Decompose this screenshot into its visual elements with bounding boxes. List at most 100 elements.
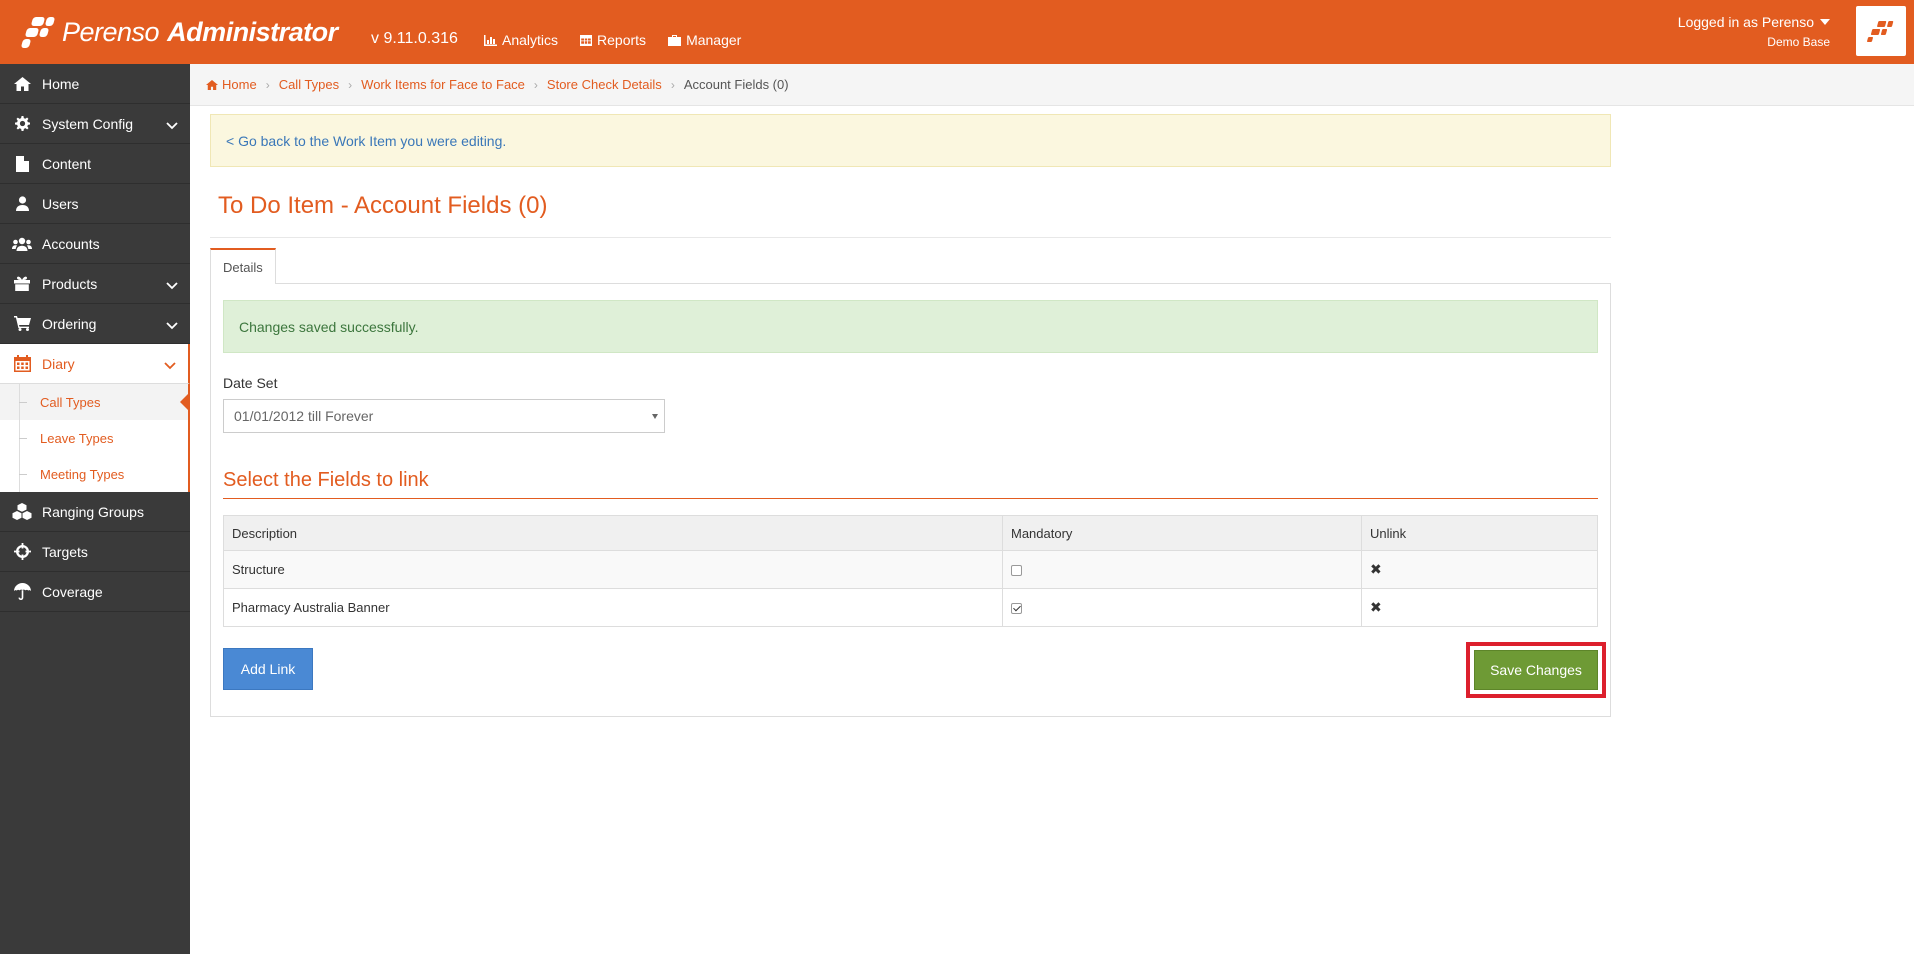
table-row: Structure ✖ — [223, 550, 1598, 589]
add-link-button[interactable]: Add Link — [223, 648, 313, 690]
table-icon — [580, 34, 593, 46]
active-pointer-icon — [180, 392, 190, 412]
nav-analytics[interactable]: Analytics — [484, 32, 558, 48]
cart-icon — [13, 316, 31, 331]
tab-bar: Details — [210, 248, 1611, 284]
sidebar-item-diary[interactable]: Diary — [0, 344, 190, 384]
sidebar-item-ranging-groups[interactable]: Ranging Groups — [0, 492, 190, 532]
sidebar-item-accounts[interactable]: Accounts — [0, 224, 190, 264]
nav-manager-label: Manager — [686, 32, 742, 48]
date-set-label: Date Set — [223, 375, 278, 391]
chevron-down-icon — [166, 122, 178, 130]
sidebar-subitem-label: Meeting Types — [40, 466, 125, 482]
sidebar-item-targets[interactable]: Targets — [0, 532, 190, 572]
row-description: Structure — [223, 550, 1003, 589]
avatar[interactable] — [1856, 6, 1906, 56]
base-label: Demo Base — [1767, 35, 1830, 49]
sidebar: Home System Config Content Users Account… — [0, 64, 190, 954]
breadcrumb-separator-icon: › — [533, 77, 538, 92]
sidebar-item-label: Coverage — [42, 583, 103, 600]
unlink-x-icon[interactable]: ✖ — [1370, 561, 1382, 578]
user-menu[interactable]: Logged in as Perenso Demo Base — [1678, 14, 1830, 49]
table-row: Pharmacy Australia Banner ✖ — [223, 588, 1598, 627]
sidebar-item-label: Products — [42, 275, 98, 292]
row-description: Pharmacy Australia Banner — [223, 588, 1003, 627]
row-unlink-cell: ✖ — [1361, 550, 1598, 589]
top-nav: Analytics Reports Manager — [484, 32, 741, 48]
sidebar-item-content[interactable]: Content — [0, 144, 190, 184]
perenso-logo-icon — [20, 15, 58, 49]
chevron-down-icon — [166, 322, 178, 330]
briefcase-icon — [668, 34, 682, 46]
sidebar-item-home[interactable]: Home — [0, 64, 190, 104]
file-icon — [15, 155, 29, 172]
sidebar-item-users[interactable]: Users — [0, 184, 190, 224]
column-header-mandatory: Mandatory — [1002, 515, 1362, 551]
sidebar-subitem-label: Leave Types — [40, 430, 114, 446]
page-title: To Do Item - Account Fields (0) — [210, 192, 1611, 238]
breadcrumb-call-types[interactable]: Call Types — [279, 77, 339, 92]
nav-reports[interactable]: Reports — [580, 32, 646, 48]
gear-icon — [14, 116, 30, 131]
section-title: Select the Fields to link — [223, 469, 1598, 499]
column-header-unlink: Unlink — [1361, 515, 1598, 551]
breadcrumb-separator-icon: › — [265, 77, 270, 92]
dropdown-arrow-icon — [652, 414, 658, 419]
sidebar-subitem-meeting-types[interactable]: Meeting Types — [0, 456, 188, 492]
sidebar-item-label: Accounts — [42, 235, 100, 252]
nav-manager[interactable]: Manager — [668, 32, 741, 48]
row-mandatory-cell — [1002, 550, 1362, 589]
users-icon — [12, 237, 32, 251]
unlink-x-icon[interactable]: ✖ — [1370, 599, 1382, 616]
mandatory-checkbox[interactable] — [1011, 603, 1022, 615]
date-set-select[interactable]: 01/01/2012 till Forever — [223, 399, 665, 433]
sidebar-subitem-call-types[interactable]: Call Types — [0, 384, 190, 420]
success-alert: Changes saved successfully. — [223, 300, 1598, 353]
breadcrumb-separator-icon: › — [670, 77, 675, 92]
logged-in-label: Logged in as Perenso — [1677, 14, 1814, 30]
chevron-down-icon — [164, 362, 176, 370]
breadcrumb-separator-icon: › — [348, 77, 353, 92]
main-content: < Go back to the Work Item you were edit… — [210, 114, 1611, 717]
perenso-mark-icon — [1867, 21, 1894, 42]
breadcrumb: Home › Call Types › Work Items for Face … — [190, 64, 1914, 106]
breadcrumb-work-items[interactable]: Work Items for Face to Face — [361, 77, 525, 92]
calendar-icon — [13, 355, 31, 372]
crosshairs-icon — [13, 543, 31, 560]
sidebar-item-coverage[interactable]: Coverage — [0, 572, 190, 612]
nav-reports-label: Reports — [597, 32, 647, 48]
breadcrumb-store-check-details[interactable]: Store Check Details — [547, 77, 662, 92]
sidebar-item-label: Ordering — [42, 315, 97, 332]
gift-icon — [14, 276, 30, 291]
sidebar-item-products[interactable]: Products — [0, 264, 190, 304]
logo-text-perenso: Perenso — [62, 16, 160, 47]
sidebar-item-system-config[interactable]: System Config — [0, 104, 190, 144]
save-highlight-box: Save Changes — [1466, 642, 1606, 698]
sidebar-item-ordering[interactable]: Ordering — [0, 304, 190, 344]
sidebar-item-label: Diary — [42, 355, 75, 372]
chevron-down-icon — [166, 282, 178, 290]
breadcrumb-label: Home — [222, 77, 257, 92]
save-changes-button[interactable]: Save Changes — [1474, 650, 1598, 690]
sidebar-item-label: System Config — [42, 115, 134, 132]
sidebar-item-label: Home — [42, 75, 80, 92]
mandatory-checkbox[interactable] — [1011, 565, 1022, 577]
sidebar-item-label: Content — [42, 155, 92, 172]
tab-details[interactable]: Details — [210, 248, 276, 284]
back-to-work-item-link[interactable]: < Go back to the Work Item you were edit… — [226, 133, 506, 149]
user-icon — [15, 196, 29, 211]
sidebar-item-label: Ranging Groups — [42, 503, 144, 520]
home-icon — [13, 76, 31, 91]
breadcrumb-home[interactable]: Home — [206, 77, 257, 92]
back-notice: < Go back to the Work Item you were edit… — [210, 114, 1611, 167]
sidebar-item-label: Targets — [42, 543, 88, 560]
home-icon — [206, 79, 218, 90]
sidebar-item-label: Users — [42, 195, 79, 212]
diary-submenu: Call Types Leave Types Meeting Types — [0, 384, 190, 492]
row-unlink-cell: ✖ — [1361, 588, 1598, 627]
date-set-value: 01/01/2012 till Forever — [234, 408, 374, 424]
sidebar-subitem-leave-types[interactable]: Leave Types — [0, 420, 188, 456]
nav-analytics-label: Analytics — [502, 32, 559, 48]
perenso-logo[interactable]: Perenso Administrator — [20, 12, 338, 52]
row-mandatory-cell — [1002, 588, 1362, 627]
